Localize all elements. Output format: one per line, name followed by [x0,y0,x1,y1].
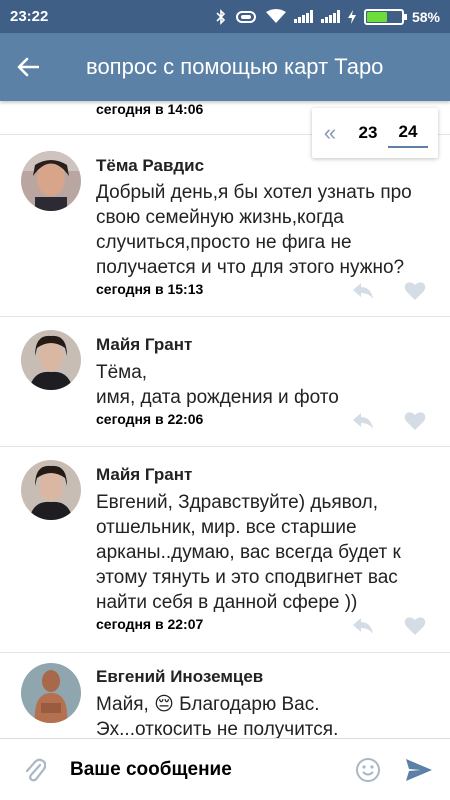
heart-icon[interactable] [404,411,426,431]
paperclip-icon [25,758,46,781]
message-text: Евгений, Здравствуйте) дьявол, отшельник… [96,490,436,615]
message-line: имя, дата рождения и фото [96,387,339,408]
message-time: сегодня в 15:13 [96,281,204,297]
battery-percent: 58% [411,8,440,25]
send-icon [406,758,432,781]
arrow-back-icon [17,57,39,77]
message-item: Евгений Иноземцев Майя, 😔 Благодарю Вас.… [0,653,450,738]
message-line: Эх...откосить не получится. [96,719,339,738]
bluetooth-icon [216,8,226,25]
emoji-button[interactable] [348,757,388,783]
message-line: получается и что для этого нужно? [96,257,405,278]
page-title: вопрос с помощью карт Таро [86,54,384,79]
message-time: сегодня в 22:06 [96,411,204,427]
battery-icon [363,8,407,25]
page-23-button[interactable]: 23 [348,119,388,147]
message-line: Майя, 😔 Благодарю Вас. [96,694,320,715]
signal-icon [293,10,313,23]
status-bar: 23:22 58% [0,0,450,33]
attach-button[interactable] [0,756,70,784]
message-line: этому тянуть и это сподвигнет вас [96,567,398,588]
message-author[interactable]: Майя Грант [96,335,192,355]
message-time: сегодня в 22:07 [96,616,204,632]
wifi-icon [265,9,286,23]
status-icons: 58% [216,8,440,25]
message-line: арканы..думаю, вас всегда будет к [96,542,401,563]
message-author[interactable]: Майя Грант [96,465,192,485]
message-time: сегодня в 14:06 [96,101,204,117]
reply-icon[interactable] [351,411,375,431]
message-line: Тёма, [96,362,148,383]
message-item: Майя Грант Евгений, Здравствуйте) дьявол… [0,447,450,653]
avatar[interactable] [21,330,81,390]
page-24-button[interactable]: 24 [388,118,428,148]
message-list[interactable]: сегодня в 14:06 Тёма Равдис Добрый день,… [0,101,450,738]
status-time: 23:22 [10,8,49,25]
avatar[interactable] [21,460,81,520]
message-line: свою семейную жизнь,когда [96,207,344,228]
avatar[interactable] [21,151,81,211]
heart-icon[interactable] [404,616,426,636]
message-item: Майя Грант Тёма, имя, дата рождения и фо… [0,317,450,447]
message-text: Добрый день,я бы хотел узнать про свою с… [96,180,436,280]
message-author[interactable]: Тёма Равдис [96,156,204,176]
charging-icon [347,9,356,24]
message-line: отшельник, мир. все старшие [96,517,357,538]
message-text: Майя, 😔 Благодарю Вас. Эх...откосить не … [96,692,436,738]
message-item: Тёма Равдис Добрый день,я бы хотел узнат… [0,135,450,317]
signal-icon-2 [320,10,340,23]
vibrate-icon [235,10,256,23]
avatar[interactable] [21,663,81,723]
send-button[interactable] [388,758,450,782]
message-line: случиться,просто не фига не [96,232,352,253]
message-text: Тёма, имя, дата рождения и фото [96,360,436,410]
message-line: Евгений, Здравствуйте) дьявол, [96,492,379,513]
message-line: Добрый день,я бы хотел узнать про [96,182,412,203]
message-line: найти себя в данной сфере )) [96,592,358,613]
back-button[interactable] [0,33,56,101]
smile-icon [356,757,380,782]
app-bar: вопрос с помощью карт Таро [0,33,450,101]
message-input[interactable] [70,749,348,790]
double-chevron-left-icon[interactable]: « [312,120,348,146]
message-composer [0,738,450,800]
reply-icon[interactable] [351,616,375,636]
heart-icon[interactable] [404,281,426,301]
page-switcher: « 23 24 [312,108,438,158]
reply-icon[interactable] [351,281,375,301]
message-author[interactable]: Евгений Иноземцев [96,667,263,687]
